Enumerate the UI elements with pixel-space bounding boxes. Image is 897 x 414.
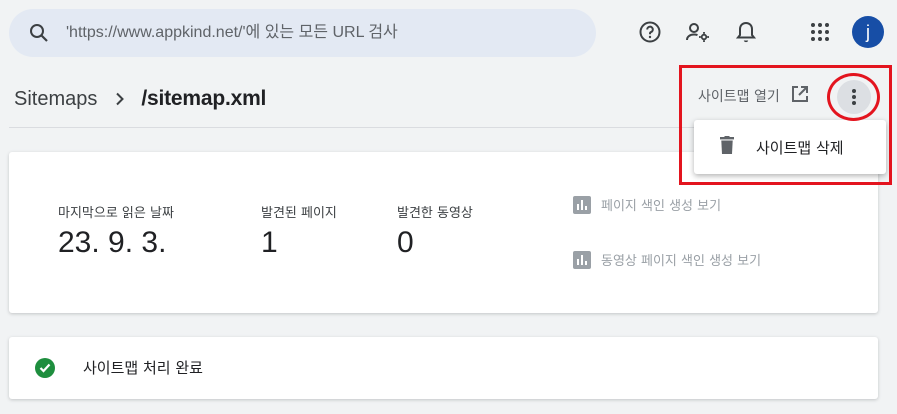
search-bar[interactable]	[9, 9, 596, 57]
sitemap-status-card: 사이트맵 처리 완료	[9, 337, 878, 399]
bar-chart-icon	[573, 195, 591, 214]
page-indexing-label: 페이지 색인 생성 보기	[601, 199, 722, 214]
breadcrumb-current: /sitemap.xml	[141, 87, 267, 110]
discovered-videos-value: 0	[397, 226, 414, 259]
check-circle-icon	[35, 358, 55, 378]
help-icon[interactable]	[637, 19, 663, 45]
chevron-right-icon	[115, 92, 125, 106]
discovered-pages-label: 발견된 페이지	[261, 206, 337, 221]
account-avatar[interactable]: j	[852, 16, 884, 48]
discovered-pages-value: 1	[261, 226, 278, 259]
last-read-value: 23. 9. 3.	[58, 226, 167, 259]
page-indexing-link[interactable]: 페이지 색인 생성 보기	[573, 195, 721, 214]
notifications-icon[interactable]	[733, 19, 759, 45]
breadcrumb: Sitemaps /sitemap.xml	[14, 84, 266, 114]
apps-grid-icon[interactable]	[807, 19, 833, 45]
status-text: 사이트맵 처리 완료	[83, 359, 203, 377]
discovered-videos-label: 발견한 동영상	[397, 206, 473, 221]
annotation-highlight-circle	[827, 73, 880, 121]
breadcrumb-sitemaps-link[interactable]: Sitemaps	[14, 88, 97, 111]
search-icon[interactable]	[27, 21, 51, 45]
video-indexing-link[interactable]: 동영상 페이지 색인 생성 보기	[573, 250, 761, 269]
last-read-label: 마지막으로 읽은 날짜	[58, 206, 174, 221]
manage-users-icon[interactable]	[685, 19, 711, 45]
video-indexing-label: 동영상 페이지 색인 생성 보기	[601, 254, 762, 269]
url-inspection-input[interactable]	[66, 9, 586, 57]
bar-chart-icon	[573, 250, 591, 269]
